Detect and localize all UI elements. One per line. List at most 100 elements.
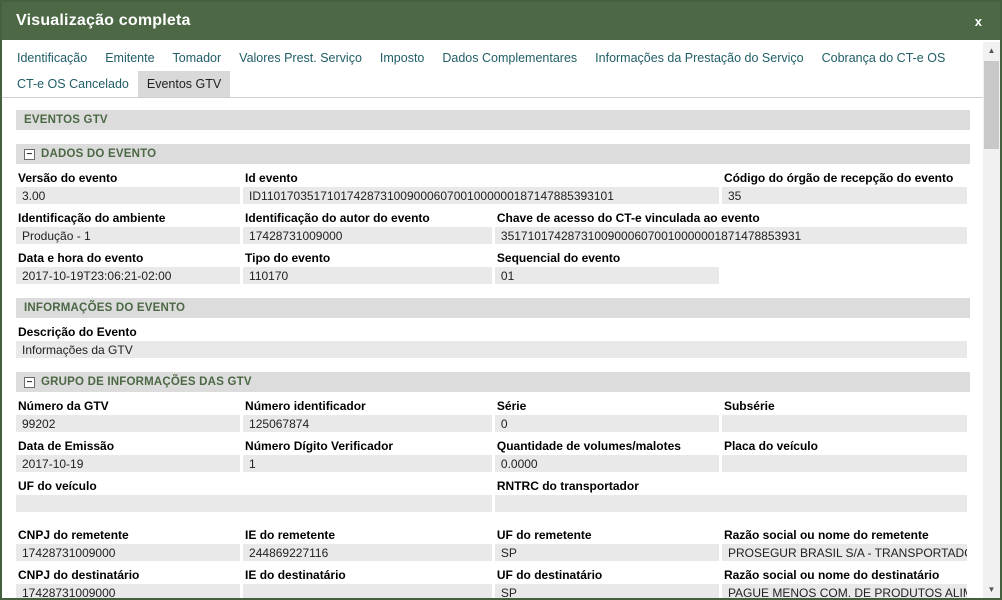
field-label-tipo-do-evento: Tipo do evento <box>243 249 495 267</box>
section-title: INFORMAÇÕES DO EVENTO <box>24 302 185 314</box>
field-value-sequencial-do-evento: 01 <box>495 267 719 284</box>
field-label-row: Data de EmissãoNúmero Dígito Verificador… <box>16 437 970 455</box>
field-value-ie-do-remetente: 244869227116 <box>243 544 492 561</box>
section-header-dados-do-evento[interactable]: −DADOS DO EVENTO <box>16 144 970 164</box>
field-value-row <box>16 495 970 512</box>
field-value-subserie <box>722 415 967 432</box>
field-value-row: 2017-10-19T23:06:21-02:0011017001 <box>16 267 970 284</box>
modal-header: Visualização completa x <box>2 2 1000 40</box>
scroll-thumb[interactable] <box>984 61 999 149</box>
field-value-descricao-do-evento: Informações da GTV <box>16 341 967 358</box>
field-value-cnpj-do-remetente: 17428731009000 <box>16 544 240 561</box>
field-value-numero-identificador: 125067874 <box>243 415 492 432</box>
field-label-identificacao-do-ambiente: Identificação do ambiente <box>16 209 243 227</box>
field-label-codigo-do-orgao-de-recepcao-do-evento: Código do órgão de recepção do evento <box>722 169 970 187</box>
section-header-grupo-de-informacoes-das-gtv[interactable]: −GRUPO DE INFORMAÇÕES DAS GTV <box>16 372 970 392</box>
field-label-razao-social-ou-nome-do-remetente: Razão social ou nome do remetente <box>722 526 970 544</box>
field-value-uf-do-veiculo <box>16 495 492 512</box>
field-value-row: 17428731009000244869227116SPPROSEGUR BRA… <box>16 544 970 561</box>
field-label-row: CNPJ do destinatárioIE do destinatárioUF… <box>16 566 970 584</box>
field-value-versao-do-evento: 3.00 <box>16 187 240 204</box>
field-label-numero-digito-verificador: Número Dígito Verificador <box>243 437 495 455</box>
field-value-row: 2017-10-1910.0000 <box>16 455 970 472</box>
field-label-subserie: Subsérie <box>722 397 970 415</box>
field-label-data-e-hora-do-evento: Data e hora do evento <box>16 249 243 267</box>
tab-tomador[interactable]: Tomador <box>164 45 231 71</box>
collapse-minus-icon[interactable]: − <box>24 149 35 160</box>
modal-window: Visualização completa x IdentificaçãoEmi… <box>0 0 1002 600</box>
tab-cobranca-do-ct-e-os[interactable]: Cobrança do CT-e OS <box>813 45 955 71</box>
field-value-serie: 0 <box>495 415 719 432</box>
field-value-placa-do-veiculo <box>722 455 967 472</box>
tab-row-2: CT-e OS CanceladoEventos GTV <box>8 71 978 97</box>
field-label-numero-identificador: Número identificador <box>243 397 495 415</box>
field-label-sequencial-do-evento: Sequencial do evento <box>495 249 722 267</box>
field-label-identificacao-do-autor-do-evento: Identificação do autor do evento <box>243 209 495 227</box>
field-label-placa-do-veiculo: Placa do veículo <box>722 437 970 455</box>
field-label-cnpj-do-destinatario: CNPJ do destinatário <box>16 566 243 584</box>
section-header-eventos-gtv: EVENTOS GTV <box>16 110 970 130</box>
field-label-ie-do-remetente: IE do remetente <box>243 526 495 544</box>
field-value-rntrc-do-transportador <box>495 495 967 512</box>
field-label-row: Número da GTVNúmero identificadorSérieSu… <box>16 397 970 415</box>
field-value-razao-social-ou-nome-do-remetente: PROSEGUR BRASIL S/A - TRANSPORTADORA D <box>722 544 967 561</box>
section-title: GRUPO DE INFORMAÇÕES DAS GTV <box>41 376 252 388</box>
field-label-id-evento: Id evento <box>243 169 722 187</box>
field-value-quantidade-de-volumes-malotes: 0.0000 <box>495 455 719 472</box>
field-value-ie-do-destinatario <box>243 584 492 600</box>
tab-strip: IdentificaçãoEmitenteTomadorValores Pres… <box>2 40 986 98</box>
field-label-chave-de-acesso-do-ct-e-vinculada-ao-evento: Chave de acesso do CT-e vinculada ao eve… <box>495 209 970 227</box>
field-label-uf-do-destinatario: UF do destinatário <box>495 566 722 584</box>
field-value-codigo-do-orgao-de-recepcao-do-evento: 35 <box>722 187 967 204</box>
field-label-row: UF do veículoRNTRC do transportador <box>16 477 970 495</box>
tab-identificacao[interactable]: Identificação <box>8 45 96 71</box>
field-value-data-de-emissao: 2017-10-19 <box>16 455 240 472</box>
field-label-row: Descrição do Evento <box>16 323 970 341</box>
tab-dados-complementares[interactable]: Dados Complementares <box>433 45 586 71</box>
vertical-scrollbar[interactable]: ▲ ▼ <box>983 42 1000 598</box>
field-label-rntrc-do-transportador: RNTRC do transportador <box>495 477 970 495</box>
field-label-uf-do-veiculo: UF do veículo <box>16 477 495 495</box>
field-value-identificacao-do-autor-do-evento: 17428731009000 <box>243 227 492 244</box>
field-label-serie: Série <box>495 397 722 415</box>
tab-imposto[interactable]: Imposto <box>371 45 433 71</box>
field-label-ie-do-destinatario: IE do destinatário <box>243 566 495 584</box>
field-label-cnpj-do-remetente: CNPJ do remetente <box>16 526 243 544</box>
field-value-identificacao-do-ambiente: Produção - 1 <box>16 227 240 244</box>
field-value-row: 17428731009000 SPPAGUE MENOS COM. DE PROD… <box>16 584 970 600</box>
tab-eventos-gtv[interactable]: Eventos GTV <box>138 71 230 97</box>
field-label-data-de-emissao: Data de Emissão <box>16 437 243 455</box>
modal-content: EVENTOS GTV−DADOS DO EVENTOVersão do eve… <box>2 98 986 600</box>
field-label-row: Identificação do ambienteIdentificação d… <box>16 209 970 227</box>
field-value-row: 992021250678740 <box>16 415 970 432</box>
tab-ct-e-os-cancelado[interactable]: CT-e OS Cancelado <box>8 71 138 97</box>
section-title: EVENTOS GTV <box>24 114 108 126</box>
close-icon[interactable]: x <box>971 14 986 29</box>
collapse-minus-icon[interactable]: − <box>24 377 35 388</box>
modal-title: Visualização completa <box>16 12 971 30</box>
tab-valores-prest-servico[interactable]: Valores Prest. Serviço <box>230 45 371 71</box>
field-label-row: Versão do eventoId eventoCódigo do órgão… <box>16 169 970 187</box>
field-label-numero-da-gtv: Número da GTV <box>16 397 243 415</box>
section-title: DADOS DO EVENTO <box>41 148 156 160</box>
scroll-down-icon[interactable]: ▼ <box>983 581 1000 598</box>
field-value-data-e-hora-do-evento: 2017-10-19T23:06:21-02:00 <box>16 267 240 284</box>
field-value-razao-social-ou-nome-do-destinatario: PAGUE MENOS COM. DE PRODUTOS ALIMENT <box>722 584 967 600</box>
field-label-descricao-do-evento: Descrição do Evento <box>16 323 970 341</box>
field-label-versao-do-evento: Versão do evento <box>16 169 243 187</box>
tab-emitente[interactable]: Emitente <box>96 45 163 71</box>
field-value-row: Produção - 11742873100900035171017428731… <box>16 227 970 244</box>
section-header-informacoes-do-evento: INFORMAÇÕES DO EVENTO <box>16 298 970 318</box>
field-value-uf-do-destinatario: SP <box>495 584 719 600</box>
field-value-row: 3.00ID1101703517101742873100900060700100… <box>16 187 970 204</box>
field-label-row: CNPJ do remetenteIE do remetenteUF do re… <box>16 526 970 544</box>
field-value-row: Informações da GTV <box>16 341 970 358</box>
field-value-tipo-do-evento: 110170 <box>243 267 492 284</box>
field-value-id-evento: ID11017035171017428731009000607001000000… <box>243 187 719 204</box>
tab-informacoes-da-prestacao-do-servico[interactable]: Informações da Prestação do Serviço <box>586 45 812 71</box>
scroll-up-icon[interactable]: ▲ <box>983 42 1000 59</box>
field-label-quantidade-de-volumes-malotes: Quantidade de volumes/malotes <box>495 437 722 455</box>
field-label-razao-social-ou-nome-do-destinatario: Razão social ou nome do destinatário <box>722 566 970 584</box>
field-value-cnpj-do-destinatario: 17428731009000 <box>16 584 240 600</box>
field-label-uf-do-remetente: UF do remetente <box>495 526 722 544</box>
